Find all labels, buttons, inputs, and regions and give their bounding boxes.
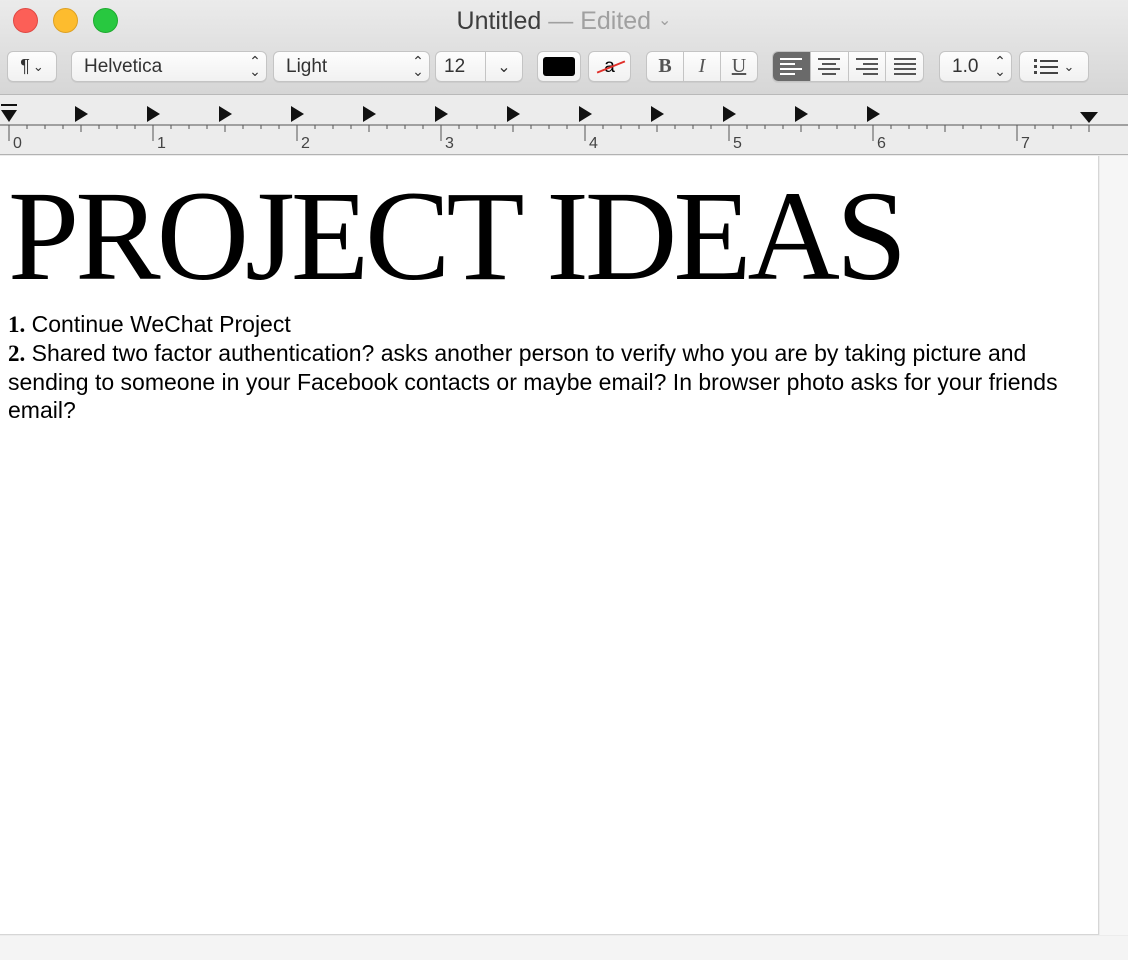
align-center-button[interactable] [811,52,849,81]
title-separator: — [548,7,574,35]
window-toolbar: Untitled — Edited ⌄ ¶ ⌄ Helvetica ⌃ ⌄ Lig… [0,0,1128,95]
alignment-segmented [772,51,924,82]
list-item-number: 2. [8,341,26,366]
ruler-label: 3 [445,135,454,152]
italic-button[interactable]: I [684,52,721,81]
ruler-label: 5 [733,135,742,152]
font-size-field[interactable]: 12 [436,52,486,81]
align-center-icon [818,58,841,75]
underline-label: U [731,55,747,77]
document-page[interactable]: PROJECT IDEAS 1. Continue WeChat Project… [0,156,1099,935]
tab-stop-marker [867,106,880,122]
ruler[interactable]: 0 1 2 3 4 5 6 7 [0,96,1128,155]
tab-stop-marker [651,106,664,122]
font-family-popup[interactable]: Helvetica ⌃ ⌄ [71,51,267,82]
font-family-label: Helvetica [84,55,163,77]
italic-label: I [698,55,706,77]
list-style-popup[interactable]: ⌄ [1019,51,1089,82]
text-color-swatch [543,57,575,76]
text-style-segmented: B I U [646,51,758,82]
edited-status: Edited [580,7,652,35]
tab-stop-marker [363,106,376,122]
tab-stop-marker [219,106,232,122]
align-right-icon [855,58,878,75]
paragraph-styles-button[interactable]: ¶ ⌄ [7,51,57,82]
chevron-down-icon: ⌄ [32,58,44,74]
tab-stop-marker [147,106,160,122]
align-justify-button[interactable] [886,52,923,81]
highlight-color-well[interactable]: a [588,51,631,82]
right-indent-marker [1080,112,1098,123]
tab-stop-marker [435,106,448,122]
align-justify-icon [893,58,916,75]
list-icon [1033,59,1058,74]
line-spacing-popup[interactable]: 1.0 ⌃ ⌄ [939,51,1012,82]
list-item-number: 1. [8,312,26,337]
ruler-label: 4 [589,135,598,152]
chevron-down-icon[interactable]: ⌄ [658,12,671,29]
paragraph-icon: ¶ [20,56,30,76]
font-size-combo[interactable]: 12 ⌄ [435,51,523,82]
ruler-label: 6 [877,135,886,152]
tab-stop-marker [291,106,304,122]
ruler-label: 2 [301,135,310,152]
align-left-button[interactable] [773,52,811,81]
tab-stop-marker [579,106,592,122]
bold-button[interactable]: B [647,52,684,81]
ruler-label: 1 [157,135,166,152]
list-item: 2. Shared two factor authentication? ask… [8,339,1088,424]
up-down-chevron-icon: ⌃ ⌄ [249,52,261,79]
align-left-icon [780,58,803,75]
underline-button[interactable]: U [721,52,757,81]
tab-stop-marker [507,106,520,122]
chevron-down-icon: ⌄ [1063,58,1075,74]
document-title: Untitled [456,7,542,35]
window-title[interactable]: Untitled — Edited ⌄ [0,6,1128,36]
font-style-label: Light [286,55,328,77]
ruler-scale: 0 1 2 3 4 5 6 7 [0,104,1128,152]
line-spacing-label: 1.0 [952,55,979,77]
chevron-down-icon[interactable]: ⌄ [486,57,522,77]
list-item-text: Shared two factor authentication? asks a… [8,340,1058,423]
ruler-label: 7 [1021,135,1030,152]
tab-stop-marker [75,106,88,122]
up-down-chevron-icon: ⌃ ⌄ [412,52,424,79]
first-line-indent-marker [1,104,17,106]
text-color-well[interactable] [537,51,581,82]
tab-stop-marker [795,106,808,122]
ruler-label: 0 [13,135,22,152]
bold-label: B [658,55,672,77]
align-right-button[interactable] [849,52,887,81]
up-down-chevron-icon: ⌃ ⌄ [994,52,1006,79]
document-heading: PROJECT IDEAS [8,165,907,307]
vertical-scroll-area[interactable] [1100,156,1128,935]
left-indent-marker [1,110,17,122]
font-style-popup[interactable]: Light ⌃ ⌄ [273,51,430,82]
list-item: 1. Continue WeChat Project [8,310,1088,339]
tab-stop-marker [723,106,736,122]
bottom-margin [0,936,1128,960]
document-body: 1. Continue WeChat Project 2. Shared two… [8,310,1088,424]
list-item-text: Continue WeChat Project [31,311,291,337]
